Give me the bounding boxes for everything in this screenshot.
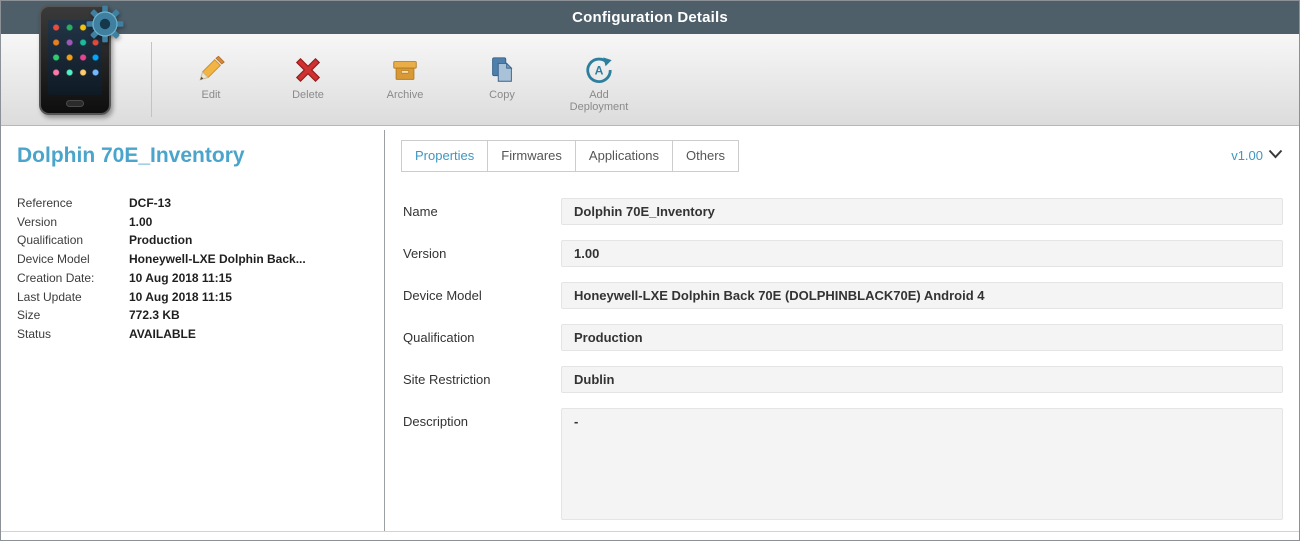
summary-label: Reference: [17, 196, 73, 210]
field-label: Name: [403, 204, 438, 219]
phone-home-button: [66, 100, 84, 107]
form-row-device-model: Device Model Honeywell-LXE Dolphin Back …: [403, 282, 1283, 309]
summary-row-reference: Reference DCF-13: [17, 194, 370, 213]
summary-label: Version: [17, 214, 58, 229]
form-row-version: Version 1.00: [403, 240, 1283, 267]
delete-button-label: Delete: [292, 89, 324, 101]
chevron-down-icon: [1268, 146, 1283, 164]
version-field: 1.00: [561, 240, 1283, 267]
summary-label: Size: [17, 308, 41, 323]
toolbar-divider: [151, 42, 152, 117]
summary-value: 1.00: [129, 214, 153, 229]
summary-row-creation-date: Creation Date: 10 Aug 2018 11:15: [17, 269, 370, 288]
version-selector[interactable]: v1.00: [1231, 146, 1283, 164]
summary-row-size: Size 772.3 KB: [17, 306, 370, 325]
window-footer: [1, 531, 1299, 540]
toolbar: Edit Delete Archive Copy A Add Deploymen…: [1, 34, 1299, 126]
configuration-details-window: Configuration Details Edit Delete Archiv…: [0, 0, 1300, 541]
summary-row-qualification: Qualification Production: [17, 231, 370, 250]
window-titlebar: Configuration Details: [1, 1, 1299, 34]
summary-panel: Dolphin 70E_Inventory Reference DCF-13 V…: [1, 126, 384, 532]
summary-value: 10 Aug 2018 11:15: [129, 270, 232, 285]
archive-button[interactable]: Archive: [365, 54, 445, 101]
summary-value: 10 Aug 2018 11:15: [129, 289, 232, 304]
field-label: Device Model: [403, 288, 482, 303]
window-title: Configuration Details: [572, 9, 728, 26]
add-deployment-icon: A: [583, 54, 615, 86]
summary-row-last-update: Last Update 10 Aug 2018 11:15: [17, 288, 370, 307]
summary-value: Production: [129, 233, 193, 248]
tab-bar: Properties Firmwares Applications Others: [401, 140, 740, 172]
gear-icon: [85, 4, 125, 44]
device-model-field: Honeywell-LXE Dolphin Back 70E (DOLPHINB…: [561, 282, 1283, 309]
name-field: Dolphin 70E_Inventory: [561, 198, 1283, 225]
summary-label: Qualification: [17, 233, 84, 248]
form-row-site-restriction: Site Restriction Dublin: [403, 366, 1283, 393]
tab-properties[interactable]: Properties: [401, 140, 489, 172]
field-label: Site Restriction: [403, 372, 491, 387]
tab-others[interactable]: Others: [672, 140, 740, 172]
copy-button[interactable]: Copy: [462, 54, 542, 101]
edit-button[interactable]: Edit: [171, 54, 251, 101]
properties-form: Name Dolphin 70E_Inventory Version 1.00 …: [401, 198, 1283, 520]
version-selector-value: v1.00: [1231, 147, 1263, 163]
pencil-icon: [195, 54, 227, 86]
form-row-description: Description -: [403, 408, 1283, 520]
edit-button-label: Edit: [201, 89, 221, 101]
archive-button-label: Archive: [386, 89, 424, 101]
summary-row-version: Version 1.00: [17, 213, 370, 232]
field-label: Description: [403, 414, 469, 429]
copy-pages-icon: [486, 54, 518, 86]
summary-value: DCF-13: [129, 196, 172, 210]
field-label: Version: [403, 246, 447, 261]
form-row-name: Name Dolphin 70E_Inventory: [403, 198, 1283, 225]
summary-label: Device Model: [17, 252, 90, 267]
summary-value: Honeywell-LXE Dolphin Back...: [129, 252, 306, 267]
summary-row-status: Status AVAILABLE: [17, 325, 370, 344]
status-badge: AVAILABLE: [129, 326, 196, 341]
summary-label: Creation Date:: [17, 270, 95, 285]
device-image: [39, 5, 124, 115]
delete-x-icon: [292, 54, 324, 86]
copy-button-label: Copy: [489, 89, 515, 101]
summary-value: 772.3 KB: [129, 308, 180, 323]
summary-row-device-model: Device Model Honeywell-LXE Dolphin Back.…: [17, 250, 370, 269]
qualification-field: Production: [561, 324, 1283, 351]
add-deployment-button-label: Add Deployment: [569, 89, 629, 113]
site-restriction-field: Dublin: [561, 366, 1283, 393]
summary-label: Status: [17, 326, 52, 341]
form-row-qualification: Qualification Production: [403, 324, 1283, 351]
field-label: Qualification: [403, 330, 475, 345]
add-deployment-button[interactable]: A Add Deployment: [559, 54, 639, 113]
summary-label: Last Update: [17, 289, 82, 304]
page-title: Dolphin 70E_Inventory: [17, 144, 245, 167]
archive-box-icon: [389, 54, 421, 86]
description-field: -: [561, 408, 1283, 520]
details-panel: Properties Firmwares Applications Others…: [385, 126, 1299, 532]
tab-firmwares[interactable]: Firmwares: [487, 140, 576, 172]
delete-button[interactable]: Delete: [268, 54, 348, 101]
tab-applications[interactable]: Applications: [574, 140, 674, 172]
svg-text:A: A: [595, 64, 604, 78]
